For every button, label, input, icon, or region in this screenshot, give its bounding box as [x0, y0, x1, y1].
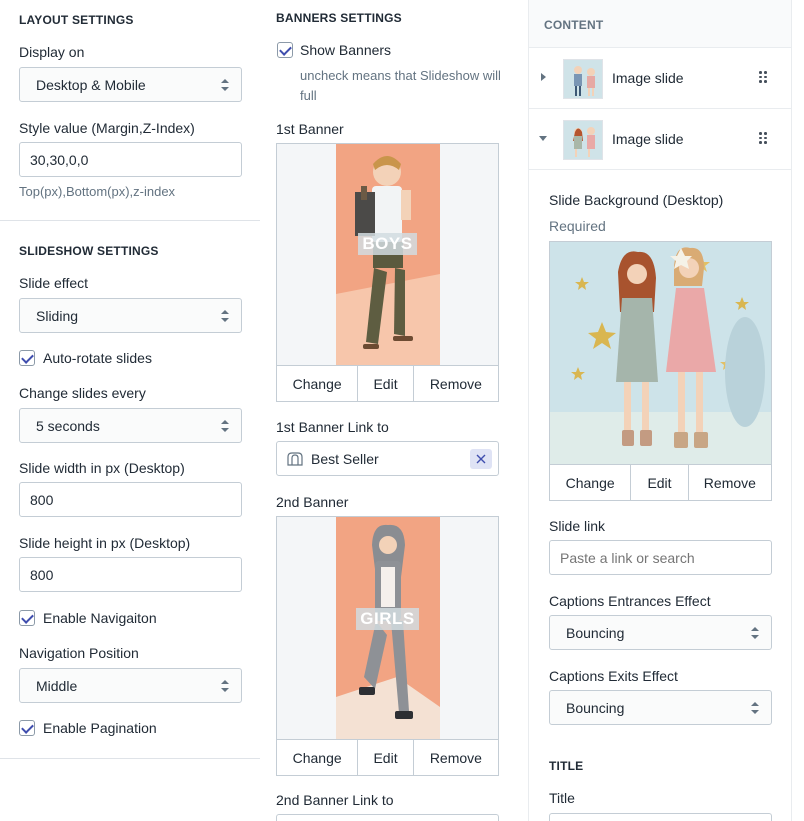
change-slides-select[interactable]: 5 seconds [19, 408, 242, 443]
style-value-input[interactable]: 30,30,0,0 [19, 142, 242, 177]
slide-item[interactable]: Image slide [529, 48, 791, 109]
captions-entrance-label: Captions Entrances Effect [549, 593, 711, 609]
slide-link-label: Slide link [549, 518, 606, 534]
slide-item-label: Image slide [612, 131, 684, 147]
banner1-image[interactable]: BOYS [276, 143, 499, 366]
select-arrows-icon [751, 627, 759, 639]
navigation-position-label: Navigation Position [19, 645, 139, 661]
drag-handle-icon[interactable] [759, 71, 767, 83]
show-banners-label: Show Banners [300, 42, 392, 58]
content-panel: CONTENT Image slide Image slide Slide Ba… [528, 0, 792, 821]
slide-thumbnail [563, 120, 603, 160]
slide-remove-button[interactable]: Remove [689, 465, 771, 500]
slide-height-value: 800 [30, 566, 54, 583]
captions-exit-value: Bouncing [566, 699, 625, 716]
slide-thumbnail [563, 59, 603, 99]
drag-handle-icon[interactable] [759, 132, 767, 144]
change-slides-label: Change slides every [19, 385, 146, 401]
banner2-remove-button[interactable]: Remove [414, 740, 498, 775]
captions-entrance-select[interactable]: Bouncing [549, 615, 772, 650]
select-arrows-icon [221, 420, 229, 432]
banner2-actions: Change Edit Remove [276, 740, 499, 776]
title-input[interactable] [549, 813, 772, 821]
banner2-link-field[interactable] [276, 814, 499, 821]
select-arrows-icon [751, 702, 759, 714]
close-icon [476, 454, 486, 464]
banners-settings-panel: BANNERS SETTINGS Show Banners uncheck me… [260, 0, 528, 821]
slide-width-input[interactable]: 800 [19, 482, 242, 517]
display-on-label: Display on [19, 44, 85, 60]
select-arrows-icon [221, 79, 229, 91]
banner1-actions: Change Edit Remove [276, 366, 499, 402]
collection-icon [287, 451, 303, 466]
slide-width-label: Slide width in px (Desktop) [19, 460, 185, 476]
banner2-change-button[interactable]: Change [277, 740, 359, 775]
banner1-link-value: Best Seller [311, 450, 379, 467]
show-banners-hint: uncheck means that Slideshow will full [300, 68, 501, 103]
slide-width-value: 800 [30, 491, 54, 508]
slide-edit-button[interactable]: Edit [631, 465, 689, 500]
banner1-change-button[interactable]: Change [277, 366, 359, 401]
change-slides-value: 5 seconds [36, 417, 100, 434]
slide-height-label: Slide height in px (Desktop) [19, 535, 191, 551]
banner1-caption: BOYS [358, 233, 417, 255]
banner2-link-label: 2nd Banner Link to [276, 792, 394, 808]
title-section-heading: TITLE [549, 759, 584, 773]
content-title: CONTENT [544, 18, 604, 32]
section-divider [0, 758, 260, 759]
required-label: Required [549, 218, 606, 234]
banner1-edit-button[interactable]: Edit [358, 366, 414, 401]
slide-background-image[interactable] [549, 241, 772, 465]
auto-rotate-label: Auto-rotate slides [43, 350, 152, 366]
select-arrows-icon [221, 310, 229, 322]
layout-settings-panel: LAYOUT SETTINGS Display on Desktop & Mob… [0, 0, 260, 821]
slide-background-label: Slide Background (Desktop) [549, 192, 724, 208]
banner2-label: 2nd Banner [276, 494, 349, 510]
style-value-text: 30,30,0,0 [30, 151, 89, 168]
clear-link-button[interactable] [470, 449, 492, 469]
display-on-select[interactable]: Desktop & Mobile [19, 67, 242, 102]
slide-effect-value: Sliding [36, 307, 79, 324]
title-label: Title [549, 790, 575, 806]
enable-navigation-label: Enable Navigaiton [43, 610, 157, 626]
captions-exit-label: Captions Exits Effect [549, 668, 678, 684]
banner1-remove-button[interactable]: Remove [414, 366, 498, 401]
collapse-icon[interactable] [539, 136, 547, 141]
banner2-caption: GIRLS [356, 608, 419, 630]
slideshow-settings-title: SLIDESHOW SETTINGS [19, 244, 159, 258]
enable-pagination-label: Enable Pagination [43, 720, 157, 736]
select-arrows-icon [221, 680, 229, 692]
slide-item-label: Image slide [612, 70, 684, 86]
slide-change-button[interactable]: Change [550, 465, 632, 500]
section-divider [0, 220, 260, 221]
style-value-hint: Top(px),Bottom(px),z-index [19, 184, 176, 199]
captions-exit-select[interactable]: Bouncing [549, 690, 772, 725]
show-banners-checkbox[interactable] [277, 42, 293, 58]
slide-height-input[interactable]: 800 [19, 557, 242, 592]
navigation-position-select[interactable]: Middle [19, 668, 242, 703]
enable-navigation-checkbox[interactable] [19, 610, 35, 626]
enable-pagination-checkbox[interactable] [19, 720, 35, 736]
slide-background-actions: Change Edit Remove [549, 465, 772, 501]
auto-rotate-checkbox[interactable] [19, 350, 35, 366]
content-header: CONTENT [529, 0, 791, 48]
slide-effect-select[interactable]: Sliding [19, 298, 242, 333]
banner1-link-field[interactable]: Best Seller [276, 441, 499, 476]
expand-icon[interactable] [541, 73, 546, 81]
banners-settings-title: BANNERS SETTINGS [276, 11, 402, 25]
slide-effect-label: Slide effect [19, 275, 89, 291]
banner2-image[interactable]: GIRLS [276, 516, 499, 740]
style-value-label: Style value (Margin,Z-Index) [19, 120, 195, 136]
banner2-edit-button[interactable]: Edit [358, 740, 414, 775]
slide-background-picture [550, 242, 771, 464]
navigation-position-value: Middle [36, 677, 78, 694]
layout-settings-title: LAYOUT SETTINGS [19, 13, 134, 27]
captions-entrance-value: Bouncing [566, 624, 625, 641]
slide-link-input[interactable] [549, 540, 772, 575]
banner1-label: 1st Banner [276, 121, 344, 137]
slide-item[interactable]: Image slide [529, 109, 791, 170]
display-on-value: Desktop & Mobile [36, 76, 146, 93]
banner1-link-label: 1st Banner Link to [276, 419, 389, 435]
